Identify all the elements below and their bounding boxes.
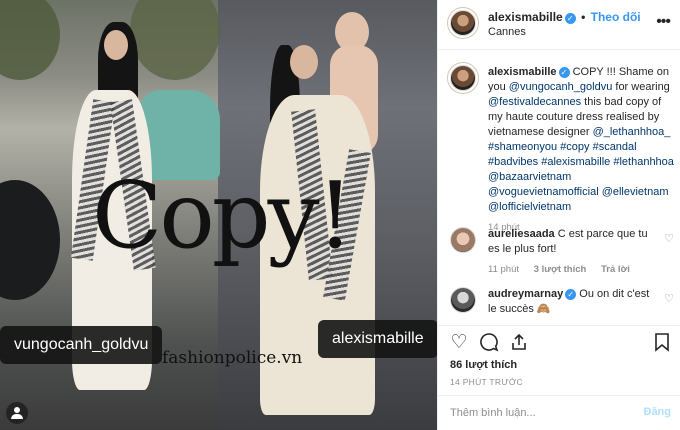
post-header: alexismabille ✓ • Theo dõi Cannes •••: [438, 0, 680, 50]
avatar[interactable]: [450, 65, 476, 91]
like-comment-heart-icon[interactable]: ♡: [664, 232, 674, 245]
like-comment-heart-icon[interactable]: ♡: [664, 292, 674, 305]
verified-icon: ✓: [565, 289, 577, 300]
header-separator: •: [581, 10, 586, 24]
post-actions: ♡ 86 lượt thích 14 PHÚT TRƯỚC: [438, 325, 680, 400]
mention-link[interactable]: @vungocanh_goldvu: [509, 81, 613, 93]
comment-text: audreymarnay ✓ Ou on dit c'est le succès …: [488, 287, 678, 317]
caption: alexismabille ✓ COPY !!! Shame on you @vu…: [450, 65, 678, 233]
comment-text: aureliesaada C est parce que tu es le pl…: [488, 227, 678, 257]
comment-item: audreymarnay ✓ Ou on dit c'est le succès …: [450, 287, 678, 317]
post-sidebar: alexismabille ✓ • Theo dõi Cannes ••• ale…: [437, 0, 680, 430]
header-username[interactable]: alexismabille: [488, 10, 563, 24]
comment-meta: 11 phút 3 lượt thích Trả lời: [488, 264, 678, 275]
mention-link[interactable]: @festivaldecannes: [488, 96, 581, 108]
bookmark-icon[interactable]: [651, 332, 673, 354]
avatar[interactable]: [450, 287, 476, 313]
reply-button[interactable]: Trả lời: [601, 264, 630, 275]
header-user-line: alexismabille ✓ • Theo dõi: [488, 10, 641, 24]
comments-list: alexismabille ✓ COPY !!! Shame on you @vu…: [438, 51, 680, 324]
user-tag-vungocanh[interactable]: vungocanh_goldvu: [0, 326, 163, 364]
comment-input[interactable]: [450, 404, 630, 422]
post-image[interactable]: Copy! vungocanh_goldvu alexismabille fas…: [0, 0, 437, 430]
avatar[interactable]: [450, 10, 476, 36]
mentions-tail[interactable]: @bazaarvietnam @voguevietnamofficial @el…: [488, 171, 669, 213]
user-tags-icon[interactable]: [6, 402, 28, 424]
avatar[interactable]: [450, 227, 476, 253]
likes-count[interactable]: 86 lượt thích: [450, 359, 517, 371]
comment-likes[interactable]: 3 lượt thích: [534, 264, 587, 275]
location-link[interactable]: Cannes: [488, 26, 526, 38]
follow-button[interactable]: Theo dõi: [591, 10, 641, 24]
user-tag-alexismabille[interactable]: alexismabille: [318, 320, 437, 358]
copy-overlay-text: Copy!: [92, 162, 354, 269]
figure-face: [290, 45, 318, 79]
heart-icon[interactable]: ♡: [448, 332, 470, 354]
watermark: fashionpolice.vn: [162, 348, 303, 368]
share-icon[interactable]: [508, 332, 530, 354]
comment-username[interactable]: aureliesaada: [488, 228, 555, 240]
post-comment-button[interactable]: Đăng: [644, 406, 672, 418]
caption-text: alexismabille ✓ COPY !!! Shame on you @vu…: [488, 65, 678, 215]
figure-face: [104, 30, 128, 60]
mention-link[interactable]: @_lethanhhoa_: [593, 126, 671, 138]
caption-username[interactable]: alexismabille: [488, 66, 557, 78]
verified-icon: ✓: [564, 13, 576, 24]
verified-icon: ✓: [558, 67, 570, 78]
post-time[interactable]: 14 PHÚT TRƯỚC: [450, 377, 523, 387]
comment-item: aureliesaada C est parce que tu es le pl…: [450, 227, 678, 275]
more-horizontal-icon[interactable]: •••: [656, 13, 671, 31]
caption-text-2: for wearing: [612, 81, 670, 93]
comment-icon[interactable]: [478, 332, 500, 354]
hashtags[interactable]: #shameonyou #copy #scandal #badvibes #al…: [488, 141, 674, 168]
add-comment-bar: Đăng: [438, 395, 680, 430]
comment-time[interactable]: 11 phút: [488, 264, 519, 275]
comment-username[interactable]: audreymarnay: [488, 288, 563, 300]
